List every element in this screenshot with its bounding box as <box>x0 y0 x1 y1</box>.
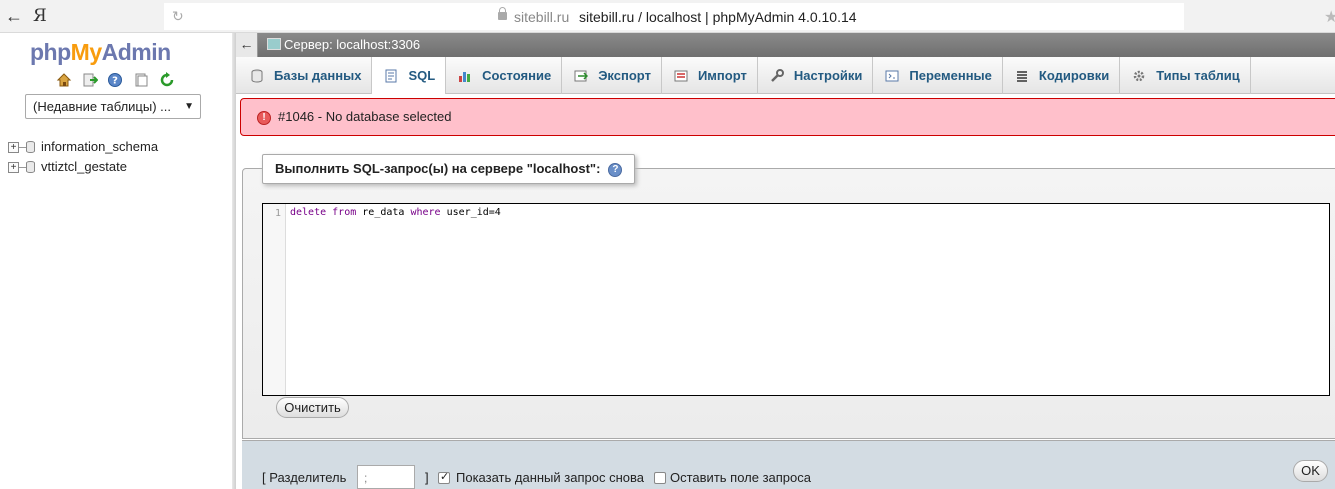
error-text: #1046 - No database selected <box>278 109 452 124</box>
variables-icon <box>885 70 899 81</box>
svg-text:?: ? <box>112 75 118 86</box>
expand-plus-icon[interactable]: + <box>8 141 19 153</box>
lock-icon <box>498 7 507 20</box>
line-number-gutter: 1 <box>263 204 286 395</box>
error-message-box: ! #1046 - No database selected <box>240 98 1335 136</box>
address-domain: sitebill.ru <box>514 9 570 25</box>
sql-code-line[interactable]: delete from re_data where user_id=4 <box>290 207 501 218</box>
database-name[interactable]: vttiztcl_gestate <box>41 157 127 177</box>
line-number: 1 <box>274 208 281 219</box>
engines-icon <box>1133 70 1145 81</box>
sql-identifier: user_id=4 <box>446 207 501 218</box>
phpmyadmin-logo[interactable]: phpMyAdmin <box>30 39 171 66</box>
show-query-checkbox[interactable] <box>438 470 450 484</box>
bookmark-star-icon[interactable]: ★ <box>1324 8 1335 28</box>
database-name[interactable]: information_schema <box>41 137 158 157</box>
address-bar[interactable]: ↻ sitebill.ru sitebill.ru / localhost | … <box>164 3 1335 30</box>
sql-query-legend-text: Выполнить SQL-запрос(ы) на сервере "loca… <box>275 161 601 176</box>
tab-settings[interactable]: Настройки <box>758 57 874 94</box>
sql-query-editor[interactable]: 1 delete from re_data where user_id=4 <box>262 203 1330 396</box>
error-icon: ! <box>257 111 271 125</box>
collapse-panel-arrow-icon[interactable]: ← <box>236 33 258 57</box>
show-query-label[interactable]: Показать данный запрос снова <box>456 470 644 485</box>
documentation-icon[interactable] <box>133 72 149 88</box>
databases-icon <box>251 69 263 82</box>
tab-databases[interactable]: Базы данных <box>238 57 373 94</box>
settings-icon <box>770 68 784 82</box>
tab-variables[interactable]: Переменные <box>873 57 1003 94</box>
server-breadcrumb-bar: ← Сервер: localhost:3306 <box>236 33 1335 57</box>
logout-icon[interactable] <box>82 72 98 88</box>
help-icon[interactable]: ? <box>608 162 623 177</box>
database-item[interactable]: + vttiztcl_gestate <box>8 157 158 177</box>
server-icon <box>267 38 281 50</box>
recent-tables-select[interactable]: (Недавние таблицы) ... ▼ <box>25 94 201 119</box>
export-icon <box>574 70 589 81</box>
import-icon <box>674 70 688 81</box>
delimiter-input[interactable]: ; <box>357 465 415 489</box>
reload-icon[interactable]: ↻ <box>172 6 184 26</box>
tab-charsets[interactable]: Кодировки <box>1003 57 1121 94</box>
back-arrow-icon[interactable]: ← <box>4 5 24 27</box>
browser-toolbar: ← Я ↻ sitebill.ru sitebill.ru / localhos… <box>0 0 1335 33</box>
database-icon <box>26 141 35 153</box>
nav-quick-icons: ? <box>56 71 181 89</box>
database-icon <box>26 161 35 173</box>
sql-query-legend: Выполнить SQL-запрос(ы) на сервере "loca… <box>262 154 636 184</box>
panel-resize-handle[interactable] <box>232 33 236 489</box>
sql-icon <box>385 69 397 82</box>
tab-engines[interactable]: Типы таблиц <box>1120 57 1251 94</box>
yandex-logo[interactable]: Я <box>33 5 47 27</box>
expand-plus-icon[interactable]: + <box>8 161 19 173</box>
navigation-panel: phpMyAdmin ? (Недавние таблицы) ... ▼ + … <box>0 33 232 489</box>
server-breadcrumb[interactable]: Сервер: localhost:3306 <box>284 37 420 52</box>
tab-sql[interactable]: SQL <box>372 57 447 94</box>
tree-connector <box>19 166 26 168</box>
recent-tables-value: (Недавние таблицы) ... <box>33 99 171 114</box>
tab-import[interactable]: Импорт <box>662 57 758 94</box>
tab-export[interactable]: Экспорт <box>562 57 662 94</box>
retain-query-box-label[interactable]: Оставить поле запроса <box>670 470 811 485</box>
reload-nav-icon[interactable] <box>159 71 175 88</box>
help-icon[interactable]: ? <box>107 72 123 88</box>
sql-keyword: delete <box>290 207 327 218</box>
clear-button[interactable]: Очистить <box>276 397 349 418</box>
top-menu-tabs: Базы данных SQL Состояние Экспорт Импорт… <box>236 57 1335 94</box>
delimiter-bracket: ] <box>425 470 429 485</box>
ok-button[interactable]: OK <box>1293 460 1328 482</box>
tab-status[interactable]: Состояние <box>446 57 563 94</box>
database-tree: + information_schema + vttiztcl_gestate <box>8 137 158 177</box>
retain-query-box-checkbox[interactable] <box>654 472 666 484</box>
page-title: sitebill.ru / localhost | phpMyAdmin 4.0… <box>579 9 857 25</box>
sql-keyword: where <box>410 207 441 218</box>
chevron-down-icon: ▼ <box>184 101 194 112</box>
home-icon[interactable] <box>56 72 72 88</box>
tree-connector <box>19 146 26 148</box>
database-item[interactable]: + information_schema <box>8 137 158 157</box>
charsets-icon <box>1016 70 1027 82</box>
status-icon <box>459 71 471 82</box>
sql-identifier: re_data <box>362 207 405 218</box>
delimiter-label: [ Разделитель <box>262 470 347 485</box>
sql-keyword: from <box>332 207 357 218</box>
